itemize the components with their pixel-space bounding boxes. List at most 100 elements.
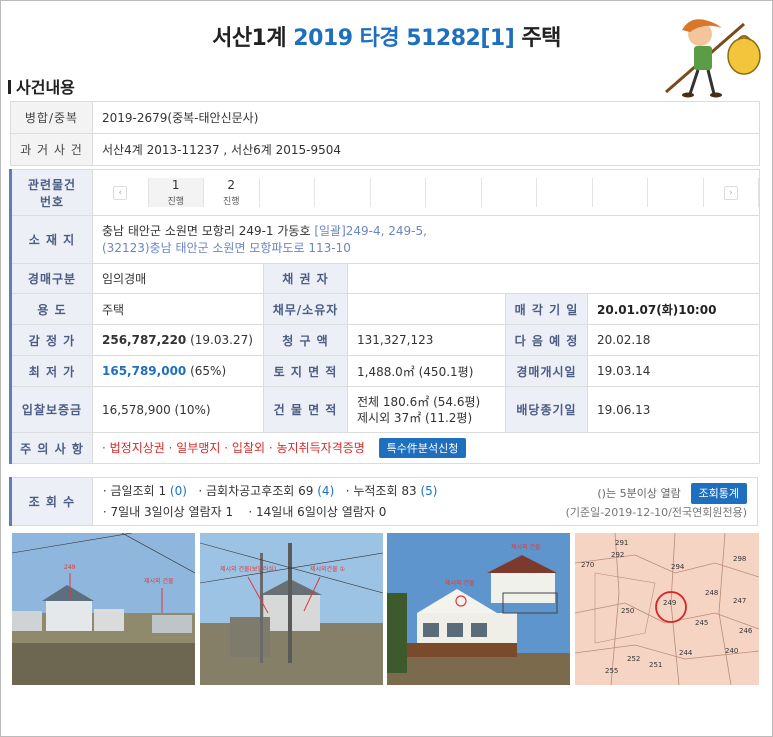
section-header: 사건내용 [8, 74, 75, 98]
related-label-line1: 관련물건 [27, 177, 77, 192]
map-lot-label: 250 [621, 607, 634, 615]
appraisal-row: 감 정 가 256,787,220 (19.03.27) 청 구 액 131,3… [9, 324, 760, 356]
case-info-table: 병합/중복 2019-2679(중복-태안신문사) 과 거 사 건 서산4계 2… [9, 101, 760, 464]
map-lot-label: 270 [581, 561, 594, 569]
view-count-table: 조 회 수 · 금일조회 1 (0) · 금회차공고후조회 69 (4) · 누… [9, 477, 759, 526]
auction-start-value: 19.03.14 [587, 355, 760, 387]
location-row: 소 재 지 충남 태안군 소원면 모항리 249-1 가동호 [일괄]249-4… [9, 215, 760, 264]
property-photo-2[interactable]: 제시외 건물(보일러실) 제시외건물 ① [200, 533, 383, 685]
map-lot-label: 249 [663, 599, 676, 607]
auction-type-value: 임의경매 [92, 263, 264, 294]
merged-row: 병합/중복 2019-2679(중복-태안신문사) [10, 101, 760, 134]
property-type: 주택 [521, 26, 561, 51]
related-empty-slot [593, 178, 648, 207]
related-label-line2: 번호 [39, 194, 65, 209]
sale-date-label: 매 각 기 일 [505, 293, 588, 325]
today-views: 1 [158, 483, 167, 498]
road-address: 충남 태안군 소원면 모항파도로 113-10 [149, 240, 351, 255]
view-count-body: · 금일조회 1 (0) · 금회차공고후조회 69 (4) · 누적조회 83… [91, 477, 759, 526]
claim-label: 청 구 액 [263, 324, 348, 356]
related-empty-slot [260, 178, 315, 207]
map-lot-label: 298 [733, 555, 746, 563]
notice-item: · 법정지상권 [102, 441, 165, 455]
twoweek-viewers: · 14일내 6일이상 열람자 0 [248, 504, 387, 519]
total-views-sub: (5) [420, 483, 438, 498]
notice-label: 주 의 사 항 [9, 432, 93, 464]
special-analysis-button[interactable]: 특수件분석신청 [378, 438, 467, 458]
map-lot-label: 251 [649, 661, 662, 669]
map-lot-label: 245 [695, 619, 708, 627]
past-value: 서산4계 2013-11237 , 서산6계 2015-9504 [92, 133, 760, 166]
section-title: 사건내용 [16, 78, 75, 97]
page-title: 서산1계 2019 타경 51282[1] 주택 [0, 20, 773, 52]
case-number: 2019 타경 51282[1] [293, 26, 515, 51]
min-price-percent: (65%) [190, 364, 227, 378]
bundle-tag[interactable]: [일괄] [314, 224, 345, 238]
photo-tag: 제시외건물 ① [310, 565, 345, 573]
related-item-state: 진행 [222, 197, 240, 207]
total-views-label: · 누적조회 [345, 483, 398, 498]
min-price-label: 최 저 가 [9, 355, 93, 387]
appraisal-amount: 256,787,220 [102, 333, 187, 347]
notice-item: · 일부맹지 [168, 441, 221, 455]
next-date-value: 20.02.18 [587, 324, 760, 356]
pager-next[interactable]: › [704, 178, 759, 207]
deposit-value: 16,578,900 (10%) [92, 386, 264, 433]
auction-type-row: 경매구분 임의경매 채 권 자 [9, 263, 760, 294]
map-lot-label: 292 [611, 551, 624, 559]
court-name: 서산1계 [212, 26, 287, 51]
photo-strip: 249 제시외 건물 제시외 건물(보일러실) 제시외건물 ① 제시외 건물 제… [12, 533, 759, 685]
location-label: 소 재 지 [9, 215, 93, 264]
notice-value: · 법정지상권 · 일부맹지 · 입찰외 · 농지취득자격증명 특수件분석신청 [92, 432, 760, 464]
land-area-value: 1,488.0㎡ (450.1평) [347, 355, 506, 387]
property-photo-3[interactable]: 제시외 건물 제시외 건물 [387, 533, 570, 685]
chevron-left-icon[interactable]: ‹ [113, 185, 128, 200]
related-empty-slot [537, 178, 593, 207]
view-basis-date: (기준일-2019-12-10/전국연회원전용) [565, 505, 747, 519]
view-stats-button[interactable]: 조회통계 [690, 482, 747, 504]
related-empty-slot [315, 178, 371, 207]
appraisal-date: (19.03.27) [190, 333, 253, 347]
location-address: 충남 태안군 소원면 모항리 249-1 가동호 [102, 223, 315, 238]
since-notice-label: · 금회차공고후조회 [198, 483, 295, 498]
map-lot-label: 240 [725, 647, 738, 655]
view-count-label: 조 회 수 [9, 477, 93, 526]
related-item-1[interactable]: 1 진행 [148, 178, 204, 207]
use-row: 용 도 주택 채무/소유자 매 각 기 일 20.01.07(화)10:00 [9, 293, 760, 325]
sale-date-value: 20.01.07(화)10:00 [587, 293, 760, 325]
location-extra-lots[interactable]: 249-4, 249-5, [346, 224, 427, 238]
related-label: 관련물건 번호 [9, 169, 93, 216]
min-price-value: 165,789,000 (65%) [92, 355, 264, 387]
chevron-right-icon[interactable]: › [723, 185, 738, 200]
today-views-sub: (0) [169, 483, 187, 498]
creditor-value [347, 263, 760, 294]
use-label: 용 도 [9, 293, 93, 325]
map-lot-label: 255 [605, 667, 618, 675]
related-pager: ‹ 1 진행 2 진행 › [93, 178, 759, 207]
related-empty-slot [426, 178, 482, 207]
debtor-value [347, 293, 506, 325]
photo-tag: 제시외 건물(보일러실) [220, 565, 276, 573]
property-photo-1[interactable]: 249 제시외 건물 [12, 533, 195, 685]
today-views-label: · 금일조회 [102, 483, 155, 498]
traveler-mascot-icon [665, 19, 761, 98]
auction-start-label: 경매개시일 [505, 355, 588, 387]
appraisal-value: 256,787,220 (19.03.27) [92, 324, 264, 356]
merged-label: 병합/중복 [10, 101, 93, 134]
notice-item: · 입찰외 [224, 441, 266, 455]
deposit-label: 입찰보증금 [9, 386, 93, 433]
cadastral-map[interactable]: 291 292 270 294 298 248 249 247 250 245 … [575, 533, 759, 685]
min-price-row: 최 저 가 165,789,000 (65%) 토 지 면 적 1,488.0㎡… [9, 355, 760, 387]
appraisal-label: 감 정 가 [9, 324, 93, 356]
related-empty-slot [482, 178, 537, 207]
map-lot-label: 252 [627, 655, 640, 663]
photo-tag: 제시외 건물 [445, 579, 475, 587]
related-item-2[interactable]: 2 진행 [204, 178, 260, 207]
total-views: 83 [401, 483, 417, 498]
map-lot-label: 294 [671, 563, 685, 571]
location-value: 충남 태안군 소원면 모항리 249-1 가동호 [일괄]249-4, 249-… [92, 215, 760, 264]
related-item-num: 1 [171, 178, 180, 192]
pager-prev[interactable]: ‹ [93, 178, 149, 207]
map-lot-label: 248 [705, 589, 718, 597]
map-lot-label: 246 [739, 627, 753, 635]
